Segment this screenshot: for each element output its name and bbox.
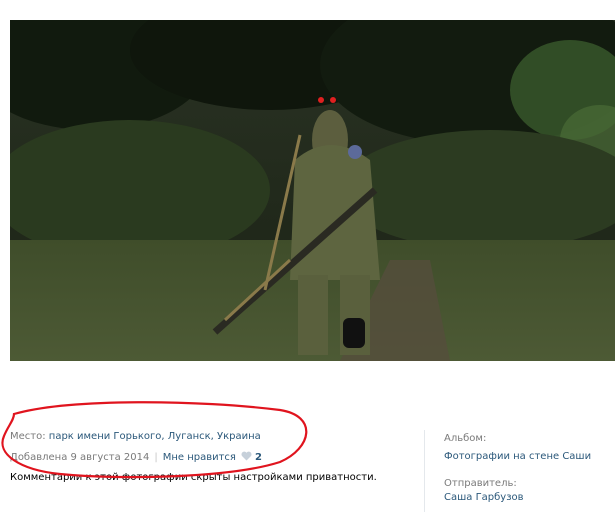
sender-link[interactable]: Саша Гарбузов: [444, 492, 524, 503]
separator: |: [154, 452, 158, 463]
heart-icon[interactable]: [241, 451, 252, 461]
photo[interactable]: [10, 20, 615, 361]
like-count[interactable]: 2: [255, 452, 262, 463]
photo-viewer: Место: парк имени Горького, Луганск, Укр…: [0, 0, 615, 512]
place-row: Место: парк имени Горького, Луганск, Укр…: [10, 430, 261, 444]
like-button[interactable]: Мне нравится: [163, 452, 236, 463]
divider: [424, 430, 425, 512]
photo-image: [10, 20, 615, 361]
place-link[interactable]: парк имени Горького, Луганск, Украина: [49, 431, 261, 442]
sender-label: Отправитель:: [444, 478, 517, 489]
place-label: Место:: [10, 431, 46, 442]
album-link[interactable]: Фотографии на стене Саши: [444, 451, 591, 462]
added-row: Добавлена 9 августа 2014 | Мне нравится 2: [10, 451, 262, 465]
comments-note: Комментарии к этой фотографии скрыты нас…: [10, 472, 377, 483]
album-label: Альбом:: [444, 433, 487, 444]
added-date: Добавлена 9 августа 2014: [10, 452, 150, 463]
